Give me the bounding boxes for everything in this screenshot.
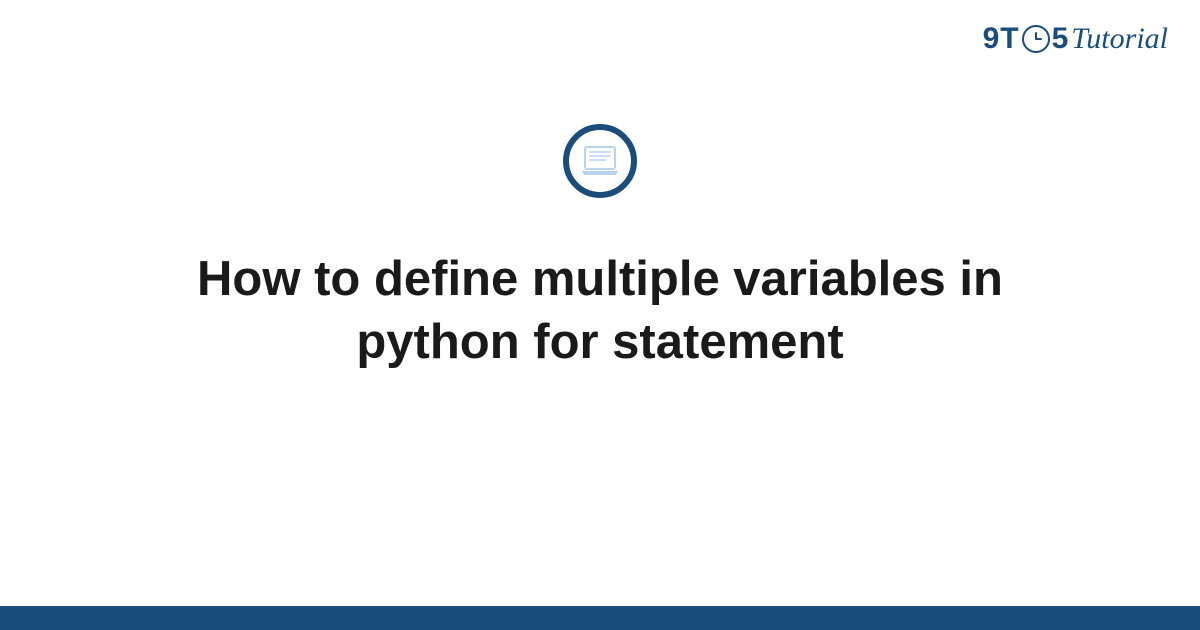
brand-logo: 9T 5 Tutorial <box>983 22 1168 56</box>
article-title: How to define multiple variables in pyth… <box>100 248 1100 373</box>
laptop-icon <box>580 145 620 177</box>
logo-suffix: 5 <box>1052 22 1070 56</box>
logo-word: Tutorial <box>1071 22 1168 56</box>
clock-icon <box>1022 25 1050 53</box>
logo-prefix: 9T <box>983 22 1020 56</box>
article-icon-badge <box>563 124 637 198</box>
main-content: How to define multiple variables in pyth… <box>0 124 1200 373</box>
footer-accent-bar <box>0 606 1200 630</box>
